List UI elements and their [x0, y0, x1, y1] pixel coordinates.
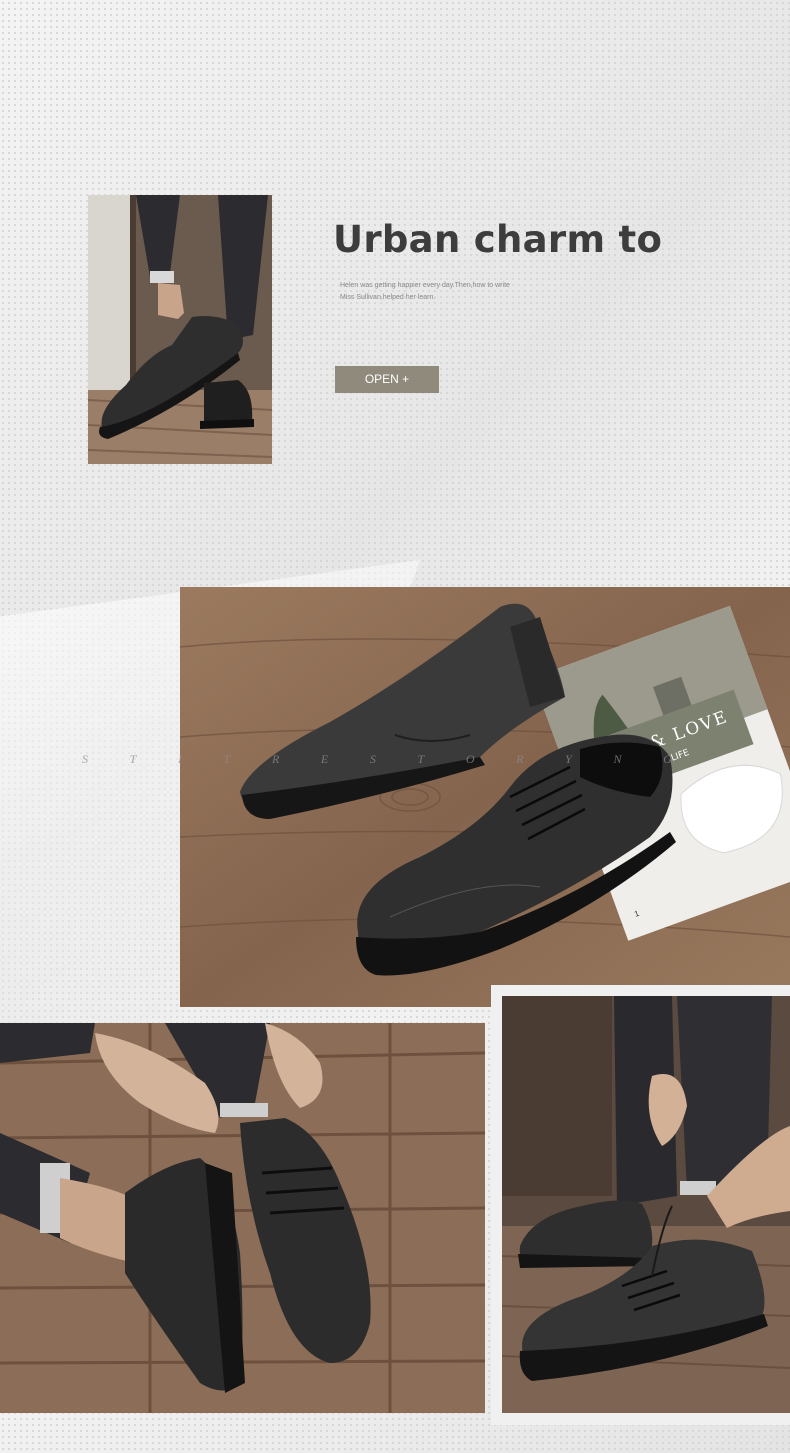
- watermark-letter: T: [417, 752, 425, 766]
- description-line: Miss Sullivan,helped her learn.: [340, 294, 436, 301]
- watermark-letter: I: [177, 752, 182, 766]
- product-photo-walking: [88, 195, 272, 464]
- watermark-letter: R: [271, 752, 280, 766]
- product-photo-hands-lacing: [0, 1023, 485, 1413]
- watermark-letter: R: [516, 752, 524, 766]
- watermark-letter: E: [320, 752, 329, 766]
- watermark-letter: T: [223, 752, 231, 766]
- description: Helen was getting happier every day.Then…: [340, 280, 560, 304]
- watermark-letter: Y: [565, 752, 572, 766]
- watermark-letter: G: [663, 752, 672, 766]
- watermark-letter: S: [82, 752, 88, 766]
- watermark-text: S T I T R E S T O R Y N G: [82, 752, 672, 767]
- watermark-letter: O: [465, 752, 475, 766]
- product-photo-tying-laces: [502, 996, 790, 1413]
- watermark-letter: N: [613, 752, 622, 766]
- description-line: Helen was getting happier every day.Then…: [340, 282, 510, 289]
- headline: Urban charm to: [333, 218, 663, 261]
- open-button[interactable]: OPEN +: [335, 366, 439, 393]
- watermark-letter: S: [369, 752, 376, 766]
- watermark-letter: T: [129, 752, 137, 766]
- product-photo-pair-on-wood: LIVE & LOVE ENJOY YOUR LIFE 1: [180, 587, 790, 1007]
